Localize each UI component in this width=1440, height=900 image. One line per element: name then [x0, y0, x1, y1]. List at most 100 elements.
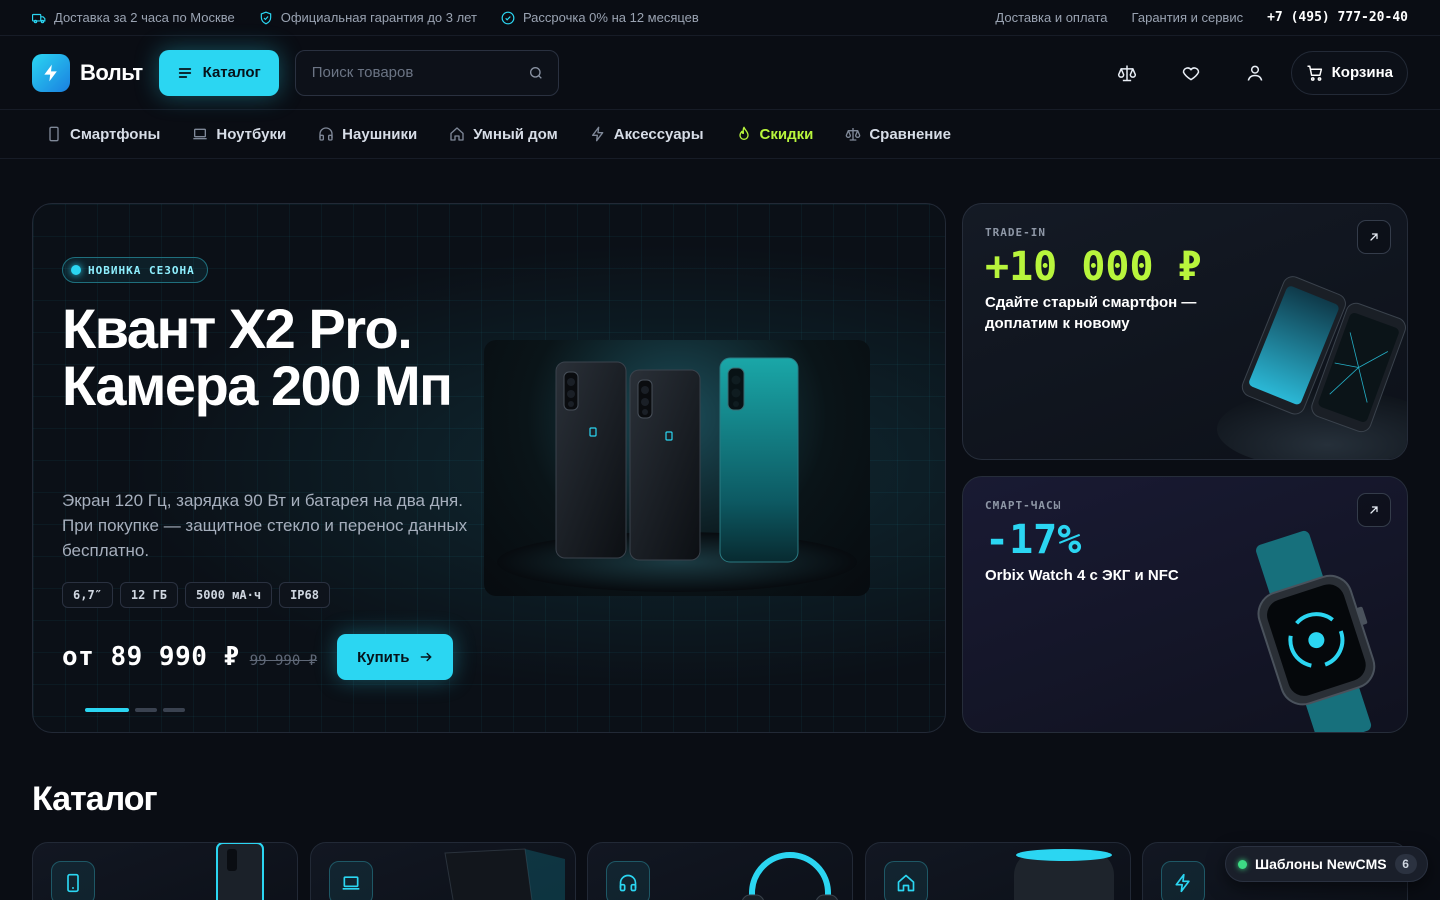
- nav-item-smartphones[interactable]: Смартфоны: [46, 126, 160, 143]
- spec-chip: 5000 мА·ч: [185, 582, 273, 608]
- category-nav: Смартфоны Ноутбуки Наушники Умный дом Ак…: [0, 110, 1440, 159]
- info-installment: Рассрочка 0% на 12 месяцев: [501, 10, 699, 25]
- promo-watch-value: -17%: [985, 517, 1082, 563]
- smartphone-icon: [51, 861, 95, 900]
- catalog-section-title: Каталог: [32, 780, 158, 818]
- hero-price: от 89 990 ₽: [62, 642, 240, 672]
- search-input[interactable]: [311, 64, 528, 81]
- link-warranty-service[interactable]: Гарантия и сервис: [1132, 10, 1244, 25]
- top-info-left: Доставка за 2 часа по Москве Официальная…: [32, 10, 699, 25]
- promo-trade-in[interactable]: TRADE-IN +10 000 ₽ Сдайте старый смартфо…: [962, 203, 1408, 460]
- search-box: [294, 49, 559, 96]
- arrow-right-icon: [419, 650, 433, 664]
- widget-count-badge: 6: [1394, 854, 1417, 874]
- nav-item-label: Ноутбуки: [216, 125, 287, 143]
- top-info-bar: Доставка за 2 часа по Москве Официальная…: [0, 0, 1440, 36]
- search-icon[interactable]: [528, 65, 544, 81]
- bolt-icon: [1161, 861, 1205, 900]
- info-delivery: Доставка за 2 часа по Москве: [32, 10, 235, 25]
- widget-label: Шаблоны NewCMS: [1255, 856, 1387, 872]
- nav-item-accessories[interactable]: Аксессуары: [590, 126, 704, 143]
- promo-trade-in-value: +10 000 ₽: [985, 244, 1202, 290]
- cart-button[interactable]: Корзина: [1290, 50, 1408, 95]
- spec-chip: 12 ГБ: [119, 582, 179, 608]
- nav-item-label: Умный дом: [473, 125, 558, 143]
- user-icon: [1245, 63, 1265, 83]
- scales-icon: [845, 126, 861, 142]
- link-delivery-payment[interactable]: Доставка и оплата: [995, 10, 1107, 25]
- promo-watch-text: Orbix Watch 4 с ЭКГ и NFC: [985, 567, 1179, 584]
- arrow-up-right-icon: [1368, 504, 1380, 516]
- headphones-icon: [606, 861, 650, 900]
- trade-in-phones-image: [1207, 249, 1407, 459]
- promo-watch-label: СМАРТ-ЧАСЫ: [985, 499, 1062, 512]
- hero-banner[interactable]: НОВИНКА СЕЗОНА Квант X2 Pro. Камера 200 …: [32, 203, 946, 733]
- account-button[interactable]: [1223, 51, 1287, 95]
- slider-dot[interactable]: [135, 708, 157, 712]
- laptop-icon: [329, 861, 373, 900]
- main-header: Вольт Каталог Поиск товаров Корзина: [0, 36, 1440, 110]
- catalog-card-smartphones[interactable]: [32, 842, 298, 900]
- slider-dots: [85, 708, 185, 712]
- headphones-icon: [318, 126, 334, 142]
- newcms-templates-widget[interactable]: Шаблоны NewCMS 6: [1225, 846, 1428, 882]
- headphones-image: [712, 843, 852, 900]
- cart-label: Корзина: [1331, 64, 1393, 81]
- buy-button[interactable]: Купить: [337, 634, 454, 680]
- shield-check-icon: [259, 11, 273, 25]
- catalog-card-laptops[interactable]: [310, 842, 576, 900]
- catalog-button[interactable]: Каталог: [158, 49, 279, 96]
- favorites-button[interactable]: [1159, 51, 1223, 95]
- compare-button[interactable]: [1095, 51, 1159, 95]
- warranty-text: Официальная гарантия до 3 лет: [280, 10, 477, 25]
- nav-item-label: Смартфоны: [70, 125, 161, 143]
- hero-old-price: 99 990 ₽: [249, 653, 318, 669]
- bolt-icon: [590, 126, 606, 142]
- logo-text: Вольт: [80, 59, 143, 85]
- catalog-card-headphones[interactable]: [587, 842, 853, 900]
- phone-link[interactable]: +7 (495) 777-20-40: [1267, 10, 1408, 25]
- truck-icon: [32, 11, 46, 25]
- arrow-up-right-icon: [1368, 231, 1380, 243]
- delivery-text: Доставка за 2 часа по Москве: [54, 10, 235, 25]
- smartphone-icon: [46, 126, 62, 142]
- smartwatch-image: [1207, 522, 1407, 732]
- spec-chip: 6,7″: [62, 582, 113, 608]
- nav-item-label: Аксессуары: [613, 125, 704, 143]
- hero-badge: НОВИНКА СЕЗОНА: [62, 257, 208, 283]
- promo-smartwatch[interactable]: СМАРТ-ЧАСЫ -17% Orbix Watch 4 с ЭКГ и NF…: [962, 476, 1408, 733]
- heart-icon: [1181, 63, 1201, 83]
- nav-item-label: Скидки: [759, 125, 814, 143]
- catalog-button-label: Каталог: [202, 64, 261, 81]
- hero-description: Экран 120 Гц, зарядка 90 Вт и батарея на…: [62, 491, 468, 560]
- promo-trade-in-text: Сдайте старый смартфон — доплатим к ново…: [985, 294, 1197, 332]
- laptop-image: [435, 843, 575, 900]
- buy-button-label: Купить: [357, 648, 410, 666]
- hero-specs: 6,7″ 12 ГБ 5000 мА·ч IP68: [62, 582, 330, 608]
- logo[interactable]: Вольт: [32, 53, 143, 92]
- flame-icon: [736, 126, 752, 142]
- smartphone-image: [157, 843, 297, 900]
- cart-icon: [1306, 64, 1324, 82]
- status-dot-icon: [1238, 859, 1247, 869]
- home-icon: [884, 861, 928, 900]
- installment-text: Рассрочка 0% на 12 месяцев: [522, 10, 699, 25]
- nav-item-laptops[interactable]: Ноутбуки: [192, 126, 286, 143]
- nav-item-smart-home[interactable]: Умный дом: [449, 126, 558, 143]
- catalog-card-smart-home[interactable]: [865, 842, 1131, 900]
- smart-speaker-image: [990, 843, 1130, 900]
- badge-check-icon: [501, 11, 515, 25]
- nav-item-compare[interactable]: Сравнение: [845, 126, 951, 143]
- badge-dot-icon: [71, 265, 81, 275]
- hero-product-image: [484, 340, 870, 596]
- bolt-logo-icon: [32, 53, 70, 92]
- nav-item-headphones[interactable]: Наушники: [318, 126, 417, 143]
- spec-chip: IP68: [279, 582, 330, 608]
- slider-dot[interactable]: [85, 708, 129, 712]
- laptop-icon: [192, 126, 208, 142]
- hero-price-row: от 89 990 ₽ 99 990 ₽ Купить: [62, 634, 454, 680]
- menu-icon: [177, 65, 193, 81]
- header-actions: Корзина: [1095, 50, 1408, 95]
- nav-item-discounts[interactable]: Скидки: [736, 125, 814, 143]
- slider-dot[interactable]: [163, 708, 185, 712]
